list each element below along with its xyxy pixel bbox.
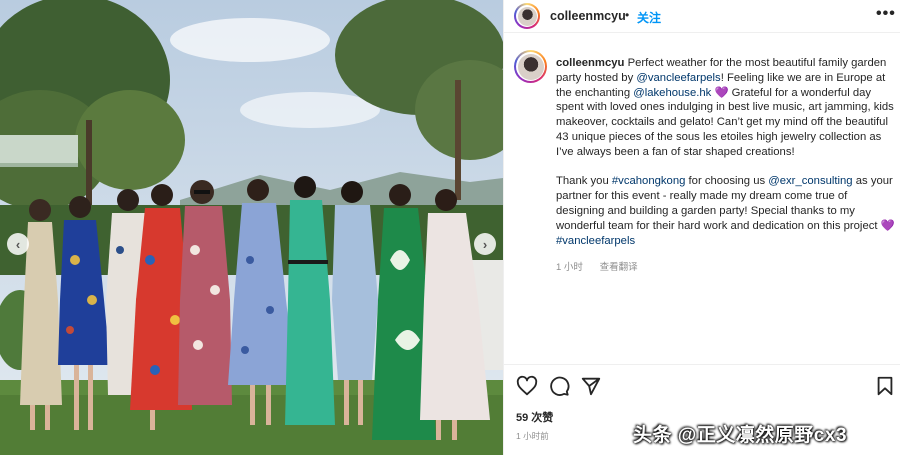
hashtag-vancleefarpels[interactable]: #vancleefarpels (556, 235, 635, 247)
watermark-text: 头条 @正义凛然原野cx3 (633, 425, 848, 446)
like-button[interactable] (516, 375, 538, 397)
caption-text: colleenmcyu Perfect weather for the most… (556, 56, 896, 263)
caption-paragraph-1: colleenmcyu Perfect weather for the most… (556, 56, 896, 160)
post-side-panel: colleenmcyu • 关注 ••• colleenmcyu Perfect… (503, 0, 900, 455)
caption-meta: 1 小时 查看翻译 (556, 259, 638, 273)
share-button[interactable] (580, 375, 602, 397)
caption-timestamp: 1 小时 (556, 262, 583, 273)
mention-vancleefarpels[interactable]: @vancleefarpels (636, 72, 720, 84)
caption-username[interactable]: colleenmcyu (556, 57, 624, 69)
comment-icon (550, 376, 570, 396)
chevron-right-icon: › (482, 236, 488, 252)
caption-paragraph-2: Thank you #vcahongkong for choosing us @… (556, 174, 896, 248)
caption-avatar[interactable] (514, 50, 547, 83)
mention-lakehouse[interactable]: @lakehouse.hk (633, 87, 711, 99)
bookmark-icon (877, 376, 893, 396)
follow-button[interactable]: 关注 (637, 9, 661, 26)
separator-dot: • (625, 8, 630, 22)
avatar[interactable] (514, 3, 540, 29)
likes-count[interactable]: 59 次赞 (516, 409, 553, 425)
caption-text-span: for choosing us (685, 175, 769, 188)
mention-exr-consulting[interactable]: @exr_consulting (768, 175, 852, 187)
heart-icon (516, 375, 538, 396)
caption-text-span: Thank you (556, 175, 612, 188)
hashtag-vcahongkong[interactable]: #vcahongkong (612, 175, 686, 187)
chevron-left-icon: ‹ (15, 236, 21, 252)
next-photo-button[interactable]: › (474, 233, 496, 255)
more-options-icon[interactable]: ••• (876, 5, 896, 23)
previous-photo-button[interactable]: ‹ (7, 233, 29, 255)
header-username[interactable]: colleenmcyu (550, 9, 626, 23)
comment-button[interactable] (548, 375, 570, 397)
post-header: colleenmcyu • 关注 ••• (504, 0, 900, 33)
post-photo[interactable]: ‹ › (0, 0, 503, 455)
share-icon (581, 377, 601, 396)
purple-heart-icon: 💜 (714, 86, 729, 99)
purple-heart-icon: 💜 (880, 219, 895, 232)
see-translation-link[interactable]: 查看翻译 (600, 262, 638, 273)
post-time-ago: 1 小时前 (516, 431, 549, 441)
group-photo-illustration (0, 0, 503, 455)
save-button[interactable] (874, 375, 896, 397)
caption-section: colleenmcyu Perfect weather for the most… (504, 34, 900, 364)
